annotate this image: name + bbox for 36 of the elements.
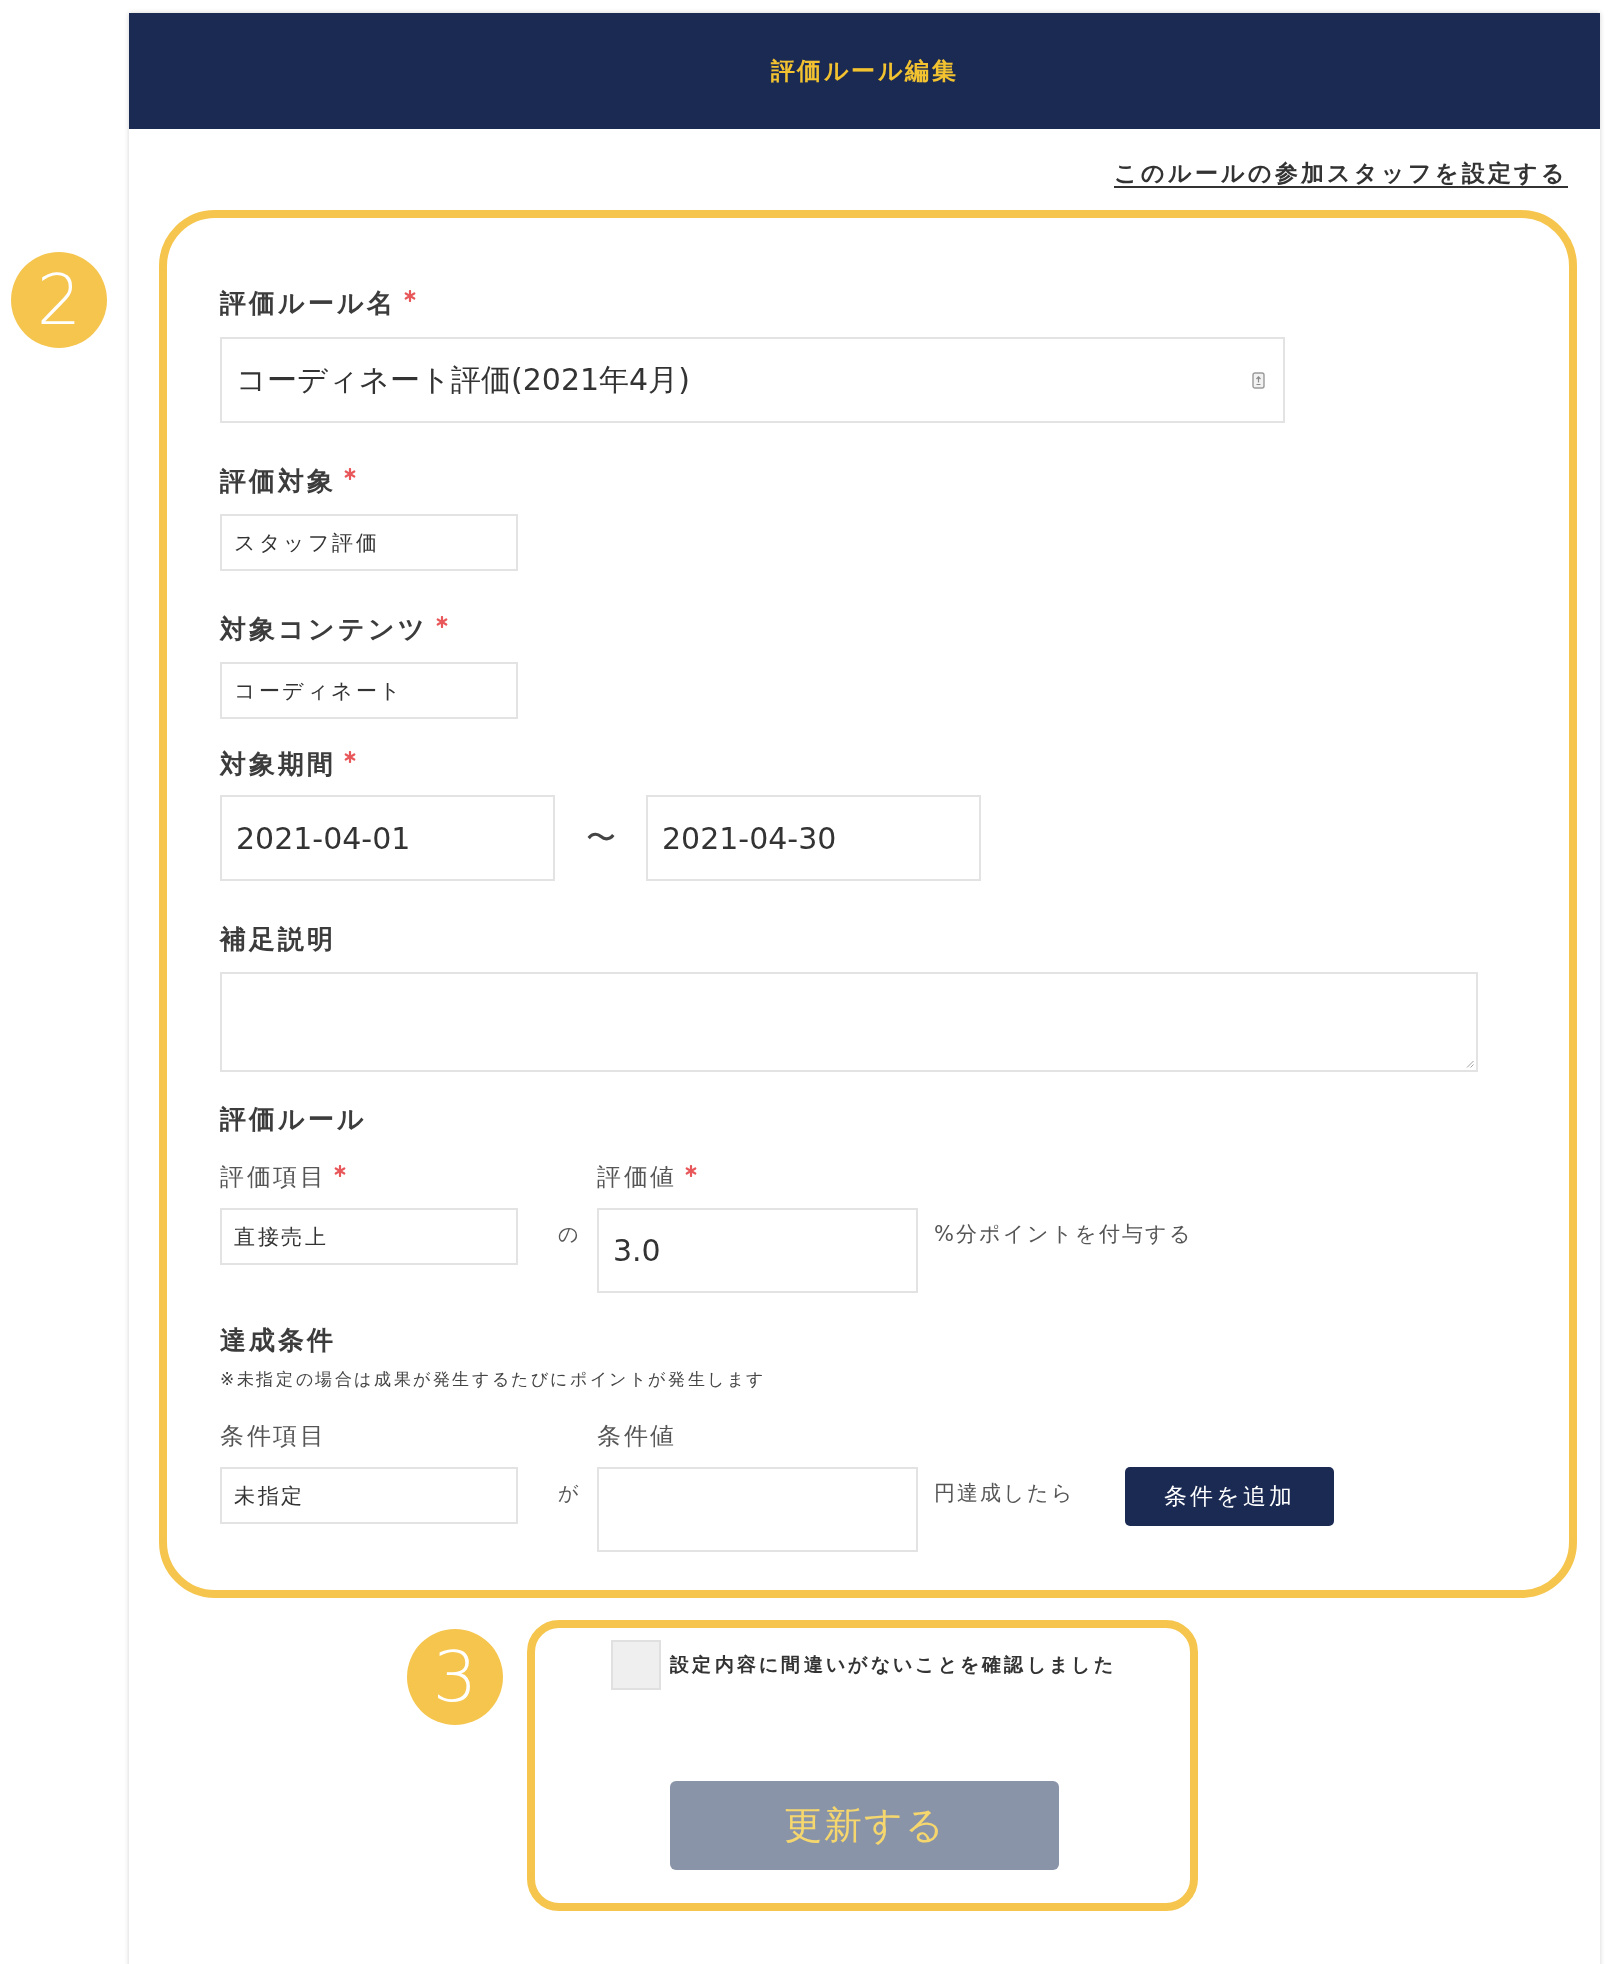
connector-text: の <box>558 1222 578 1246</box>
section-note: ※未指定の場合は成果が発生するたびにポイントが発生します <box>220 1368 768 1391</box>
field-label: 条件項目 <box>220 1421 326 1451</box>
callout-badge: 3 <box>407 1629 503 1725</box>
select-field[interactable]: コーディネート <box>220 662 518 719</box>
page-title: 評価ルール編集 <box>770 56 959 87</box>
number-field[interactable]: 3.0 <box>597 1208 918 1293</box>
field-label: 評価ルール名 <box>220 287 396 319</box>
field-label: 評価値 <box>597 1162 677 1192</box>
field-label: 対象コンテンツ <box>220 613 428 645</box>
date-field[interactable]: 2021-04-30 <box>646 795 981 881</box>
staff-settings-link[interactable]: このルールの参加スタッフを設定する <box>1114 157 1568 189</box>
field-label: 評価対象 <box>220 465 336 497</box>
section-heading: 達成条件 <box>220 1324 337 1356</box>
field-label: 評価項目 <box>220 1162 326 1192</box>
range-separator: 〜 <box>584 818 617 857</box>
suffix-text: %分ポイントを付与する <box>934 1221 1193 1248</box>
number-field[interactable] <box>597 1467 918 1552</box>
box-icon <box>1252 371 1265 389</box>
checkbox-label: 設定内容に間違いがないことを確認しました <box>670 1652 1116 1677</box>
select-field[interactable]: 直接売上 <box>220 1208 518 1265</box>
resize-grip-icon <box>1466 1060 1474 1068</box>
date-field[interactable]: 2021-04-01 <box>220 795 555 881</box>
textarea-field[interactable] <box>220 972 1478 1072</box>
field-label: 対象期間 <box>220 748 336 780</box>
checkbox[interactable] <box>611 1640 661 1690</box>
suffix-text: 円達成したら <box>934 1480 1075 1507</box>
add-condition-button[interactable]: 条件を追加 <box>1125 1467 1334 1526</box>
select-field[interactable]: 未指定 <box>220 1467 518 1524</box>
select-field[interactable]: スタッフ評価 <box>220 514 518 571</box>
field-label: 補足説明 <box>220 923 336 955</box>
text-field[interactable]: コーディネート評価(2021年4月) <box>220 337 1285 423</box>
section-heading: 評価ルール <box>220 1103 368 1135</box>
callout-badge: 2 <box>11 252 107 348</box>
field-label: 条件値 <box>597 1421 677 1451</box>
connector-text: が <box>558 1481 578 1505</box>
